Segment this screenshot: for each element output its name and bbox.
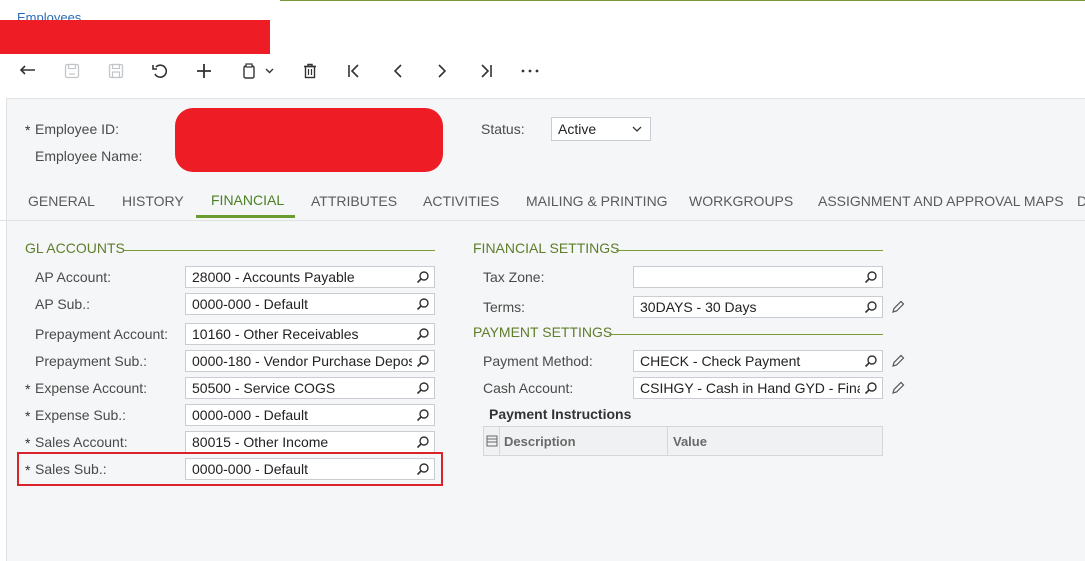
search-icon[interactable]: [864, 354, 878, 368]
sales-account-label: Sales Account:: [35, 434, 128, 450]
section-divider: [616, 250, 883, 251]
grid-row-icon[interactable]: [486, 435, 498, 447]
payment-method-field[interactable]: CHECK - Check Payment: [633, 350, 883, 372]
ap-sub-label: AP Sub.:: [35, 296, 91, 312]
search-icon[interactable]: [416, 297, 430, 311]
active-tab-indicator: [196, 215, 295, 218]
top-accent-line: [280, 0, 1085, 1]
financial-settings-title: FINANCIAL SETTINGS: [473, 240, 620, 256]
more-icon[interactable]: [518, 56, 542, 86]
expense-sub-field[interactable]: 0000-000 - Default: [185, 404, 435, 426]
required-marker: *: [25, 408, 31, 424]
prepayment-account-label: Prepayment Account:: [35, 326, 169, 342]
cash-account-value: CSIHGY - Cash in Hand GYD - Financ: [640, 380, 860, 396]
cash-account-field[interactable]: CSIHGY - Cash in Hand GYD - Financ: [633, 377, 883, 399]
redacted-title: [0, 20, 270, 54]
search-icon[interactable]: [416, 381, 430, 395]
required-marker: *: [25, 435, 31, 451]
add-icon[interactable]: [192, 56, 216, 86]
edit-pencil-icon[interactable]: [891, 300, 905, 314]
column-divider: [667, 427, 668, 455]
delete-icon[interactable]: [298, 56, 322, 86]
highlight-box: [17, 452, 443, 486]
payment-settings-title: PAYMENT SETTINGS: [473, 324, 613, 340]
prepayment-account-field[interactable]: 10160 - Other Receivables: [185, 323, 435, 345]
ap-sub-value: 0000-000 - Default: [192, 296, 308, 312]
prepayment-sub-value: 0000-180 - Vendor Purchase Deposits: [192, 353, 412, 369]
search-icon[interactable]: [416, 327, 430, 341]
search-icon[interactable]: [416, 354, 430, 368]
tax-zone-field[interactable]: [633, 266, 883, 288]
required-marker: *: [25, 122, 31, 138]
required-marker: *: [25, 381, 31, 397]
search-icon[interactable]: [416, 270, 430, 284]
undo-icon[interactable]: [148, 56, 172, 86]
tab-financial[interactable]: FINANCIAL: [211, 192, 284, 208]
last-icon[interactable]: [474, 56, 498, 86]
expense-sub-value: 0000-000 - Default: [192, 407, 308, 423]
tab-assignment-approval-maps[interactable]: ASSIGNMENT AND APPROVAL MAPS: [818, 193, 1064, 209]
prepayment-account-value: 10160 - Other Receivables: [192, 326, 359, 342]
section-divider: [124, 250, 435, 251]
previous-icon[interactable]: [386, 56, 410, 86]
tab-mailing-printing[interactable]: MAILING & PRINTING: [526, 193, 668, 209]
ap-account-label: AP Account:: [35, 269, 112, 285]
tab-attributes[interactable]: ATTRIBUTES: [311, 193, 397, 209]
status-value: Active: [558, 121, 597, 137]
payment-method-value: CHECK - Check Payment: [640, 353, 801, 369]
toolbar: [0, 56, 560, 86]
next-icon[interactable]: [430, 56, 454, 86]
copy-paste-icon[interactable]: [236, 56, 280, 86]
section-divider: [609, 334, 883, 335]
payment-method-label: Payment Method:: [483, 353, 593, 369]
expense-sub-label: Expense Sub.:: [35, 407, 127, 423]
tab-activities[interactable]: ACTIVITIES: [423, 193, 499, 209]
payment-instructions-title: Payment Instructions: [489, 406, 632, 422]
ap-account-value: 28000 - Accounts Payable: [192, 269, 355, 285]
save-icon[interactable]: [104, 56, 128, 86]
edit-pencil-icon[interactable]: [891, 354, 905, 368]
column-divider: [499, 427, 500, 455]
expense-account-label: Expense Account:: [35, 380, 148, 396]
ap-account-field[interactable]: 28000 - Accounts Payable: [185, 266, 435, 288]
payment-instructions-grid: Description Value: [483, 426, 883, 456]
terms-label: Terms:: [483, 299, 525, 315]
edit-pencil-icon[interactable]: [891, 381, 905, 395]
save-close-icon[interactable]: [60, 56, 84, 86]
tab-overflow[interactable]: D: [1077, 193, 1085, 209]
tax-zone-label: Tax Zone:: [483, 269, 545, 285]
column-header-value[interactable]: Value: [673, 434, 707, 449]
search-icon[interactable]: [864, 381, 878, 395]
tab-general[interactable]: GENERAL: [28, 193, 95, 209]
status-select[interactable]: Active: [551, 117, 651, 141]
search-icon[interactable]: [416, 435, 430, 449]
status-label: Status:: [481, 121, 525, 137]
employee-name-label: Employee Name:: [35, 148, 143, 164]
tab-history[interactable]: HISTORY: [122, 193, 184, 209]
back-icon[interactable]: [16, 56, 40, 86]
expense-account-value: 50500 - Service COGS: [192, 380, 336, 396]
redacted-employee-info: [175, 108, 443, 172]
cash-account-label: Cash Account:: [483, 380, 574, 396]
search-icon[interactable]: [864, 300, 878, 314]
terms-field[interactable]: 30DAYS - 30 Days: [633, 296, 883, 318]
prepayment-sub-label: Prepayment Sub.:: [35, 353, 148, 369]
search-icon[interactable]: [416, 408, 430, 422]
gl-accounts-title: GL ACCOUNTS: [25, 240, 125, 256]
prepayment-sub-field[interactable]: 0000-180 - Vendor Purchase Deposits: [185, 350, 435, 372]
expense-account-field[interactable]: 50500 - Service COGS: [185, 377, 435, 399]
sales-account-field[interactable]: 80015 - Other Income: [185, 431, 435, 453]
search-icon[interactable]: [864, 270, 878, 284]
ap-sub-field[interactable]: 0000-000 - Default: [185, 293, 435, 315]
tab-workgroups[interactable]: WORKGROUPS: [689, 193, 793, 209]
employee-id-label: Employee ID:: [35, 121, 120, 137]
first-icon[interactable]: [342, 56, 366, 86]
terms-value: 30DAYS - 30 Days: [640, 299, 757, 315]
chevron-down-icon: [632, 126, 642, 132]
sales-account-value: 80015 - Other Income: [192, 434, 329, 450]
column-header-description[interactable]: Description: [504, 434, 576, 449]
